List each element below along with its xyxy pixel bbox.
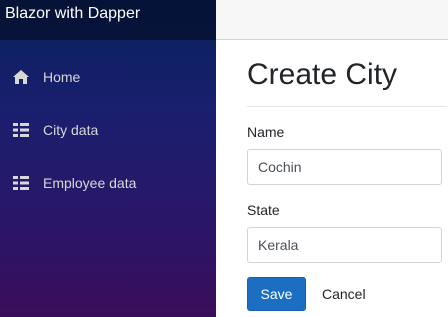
save-button[interactable]: Save bbox=[247, 277, 306, 311]
list-icon bbox=[12, 175, 30, 191]
main-content: Create City Name State Save Cancel bbox=[216, 40, 448, 317]
cancel-button[interactable]: Cancel bbox=[322, 286, 366, 302]
form-actions: Save Cancel bbox=[247, 277, 448, 311]
top-row bbox=[216, 0, 448, 40]
create-city-form: Name State Save Cancel bbox=[247, 124, 448, 311]
sidebar-item-home[interactable]: Home bbox=[0, 61, 216, 93]
state-input[interactable] bbox=[247, 227, 442, 263]
home-icon bbox=[12, 69, 30, 85]
sidebar: Blazor with Dapper Home City data Employ… bbox=[0, 0, 216, 317]
sidebar-item-label: Employee data bbox=[43, 175, 137, 191]
sidebar-item-label: Home bbox=[43, 69, 81, 85]
list-icon bbox=[12, 122, 30, 138]
sidebar-item-employee-data[interactable]: Employee data bbox=[0, 167, 216, 199]
name-label: Name bbox=[247, 124, 285, 140]
nav-menu: Home City data Employee data bbox=[0, 61, 216, 199]
name-input[interactable] bbox=[247, 149, 442, 185]
title-divider bbox=[247, 106, 447, 107]
sidebar-item-label: City data bbox=[43, 122, 99, 138]
app-brand[interactable]: Blazor with Dapper bbox=[0, 0, 216, 40]
sidebar-item-city-data[interactable]: City data bbox=[0, 114, 216, 146]
state-label: State bbox=[247, 202, 280, 218]
page-title: Create City bbox=[247, 58, 398, 91]
